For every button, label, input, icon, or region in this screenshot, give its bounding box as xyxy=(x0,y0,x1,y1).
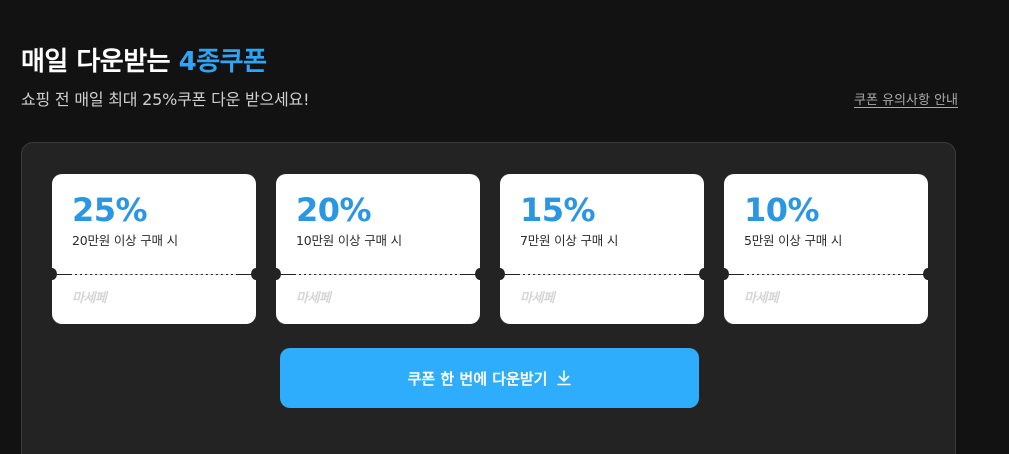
title-prefix: 매일 다운받는 xyxy=(21,47,171,77)
coupon-divider xyxy=(744,274,908,275)
coupon-notch-right xyxy=(251,268,261,280)
coupon-brand-logo: 마세페 xyxy=(296,291,331,306)
page-subtitle: 쇼핑 전 매일 최대 25%쿠폰 다운 받으세요! xyxy=(21,90,310,109)
coupon-divider xyxy=(296,274,460,275)
coupon-card-20[interactable]: 20% 10만원 이상 구매 시 마세페 xyxy=(271,174,485,324)
coupon-card-bottom: 마세페 xyxy=(724,275,928,324)
coupon-notch-left xyxy=(47,268,57,280)
coupon-brand-logo: 마세페 xyxy=(72,291,107,306)
coupon-panel: 25% 20만원 이상 구매 시 마세페 20% 10만원 이상 구매 시 마세… xyxy=(21,142,956,454)
coupon-notch-right xyxy=(475,268,485,280)
coupon-card-10[interactable]: 10% 5만원 이상 구매 시 마세페 xyxy=(719,174,933,324)
download-button-label: 쿠폰 한 번에 다운받기 xyxy=(407,369,548,388)
coupon-notch-right xyxy=(699,268,709,280)
coupon-notch-left xyxy=(495,268,505,280)
coupon-list: 25% 20만원 이상 구매 시 마세페 20% 10만원 이상 구매 시 마세… xyxy=(47,174,933,324)
coupon-card-top: 15% 7만원 이상 구매 시 xyxy=(500,174,704,274)
coupon-card-top: 10% 5만원 이상 구매 시 xyxy=(724,174,928,274)
coupon-brand-logo: 마세페 xyxy=(520,291,555,306)
coupon-card-bottom: 마세페 xyxy=(500,275,704,324)
coupon-brand-logo: 마세페 xyxy=(744,291,779,306)
coupon-card-bottom: 마세페 xyxy=(276,275,480,324)
download-icon xyxy=(557,370,572,386)
page-title: 매일 다운받는 4종쿠폰 xyxy=(21,44,267,80)
coupon-rate: 15% xyxy=(520,191,596,229)
coupon-divider xyxy=(72,274,236,275)
coupon-card-25[interactable]: 25% 20만원 이상 구매 시 마세페 xyxy=(47,174,261,324)
coupon-card-bottom: 마세페 xyxy=(52,275,256,324)
coupon-notice-link[interactable]: 쿠폰 유의사항 안내 xyxy=(854,92,958,110)
coupon-divider xyxy=(520,274,684,275)
coupon-condition: 20만원 이상 구매 시 xyxy=(72,233,178,248)
coupon-card-top: 25% 20만원 이상 구매 시 xyxy=(52,174,256,274)
coupon-rate: 25% xyxy=(72,191,148,229)
coupon-rate: 20% xyxy=(296,191,372,229)
coupon-rate: 10% xyxy=(744,191,820,229)
coupon-card-top: 20% 10만원 이상 구매 시 xyxy=(276,174,480,274)
coupon-card-15[interactable]: 15% 7만원 이상 구매 시 마세페 xyxy=(495,174,709,324)
coupon-condition: 5만원 이상 구매 시 xyxy=(744,233,843,248)
title-accent: 4종쿠폰 xyxy=(178,47,267,77)
coupon-condition: 10만원 이상 구매 시 xyxy=(296,233,402,248)
coupon-condition: 7만원 이상 구매 시 xyxy=(520,233,619,248)
coupon-notch-left xyxy=(271,268,281,280)
coupon-notch-right xyxy=(923,268,933,280)
download-all-coupons-button[interactable]: 쿠폰 한 번에 다운받기 xyxy=(280,348,699,408)
coupon-notch-left xyxy=(719,268,729,280)
coupon-page: 매일 다운받는 4종쿠폰 쇼핑 전 매일 최대 25%쿠폰 다운 받으세요! 쿠… xyxy=(0,0,1009,454)
